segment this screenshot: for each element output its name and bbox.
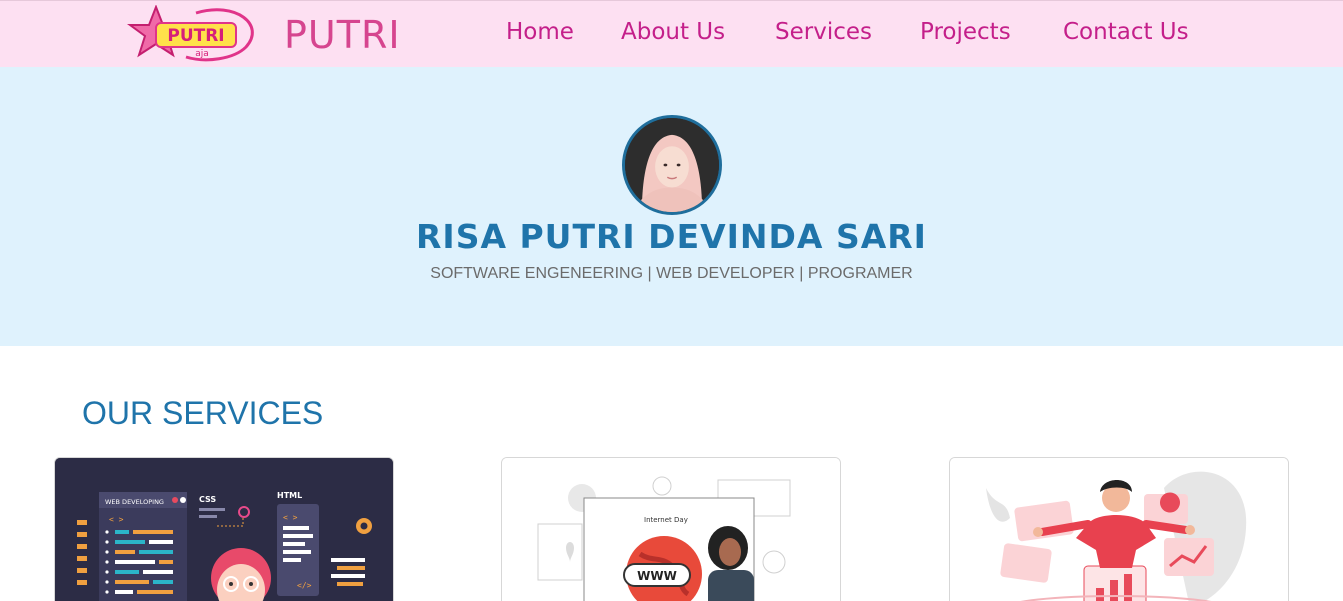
hero-name: RISA PUTRI DEVINDA SARI: [416, 217, 927, 256]
nav-home[interactable]: Home: [506, 19, 574, 45]
hero-section: RISA PUTRI DEVINDA SARI SOFTWARE ENGENEE…: [0, 67, 1343, 346]
nav-about-us[interactable]: About Us: [621, 19, 725, 45]
service-card-web-developing[interactable]: WEB DEVELOPING < > CSS HTML < > </>: [54, 457, 394, 601]
hero-subtitle: SOFTWARE ENGENEERING | WEB DEVELOPER | P…: [430, 265, 913, 282]
nav-projects[interactable]: Projects: [920, 19, 1011, 45]
svg-text:</>: </>: [297, 581, 312, 590]
www-label: WWW: [637, 569, 677, 583]
nav-links: Home About Us Services Projects Contact …: [0, 19, 1343, 51]
internet-day-label: Internet Day: [644, 516, 688, 524]
navbar: PUTRI aja PUTRI Home About Us Services P…: [0, 0, 1343, 67]
nav-contact-us[interactable]: Contact Us: [1063, 19, 1189, 45]
services-title: OUR SERVICES: [82, 395, 324, 431]
web-developing-illustration: WEB DEVELOPING < > CSS HTML < > </>: [55, 458, 393, 601]
profile-photo: [622, 115, 722, 215]
service-card-internet[interactable]: Internet Day WWW: [501, 457, 841, 601]
internet-illustration: Internet Day WWW: [502, 458, 840, 601]
service-card-analytics[interactable]: [949, 457, 1289, 601]
html-label: HTML: [277, 491, 302, 500]
svg-text:< >: < >: [283, 513, 298, 522]
svg-text:< >: < >: [109, 515, 124, 524]
analytics-illustration: [950, 458, 1288, 601]
nav-services[interactable]: Services: [775, 19, 872, 45]
css-label: CSS: [199, 495, 216, 504]
web-developing-label: WEB DEVELOPING: [105, 498, 164, 506]
